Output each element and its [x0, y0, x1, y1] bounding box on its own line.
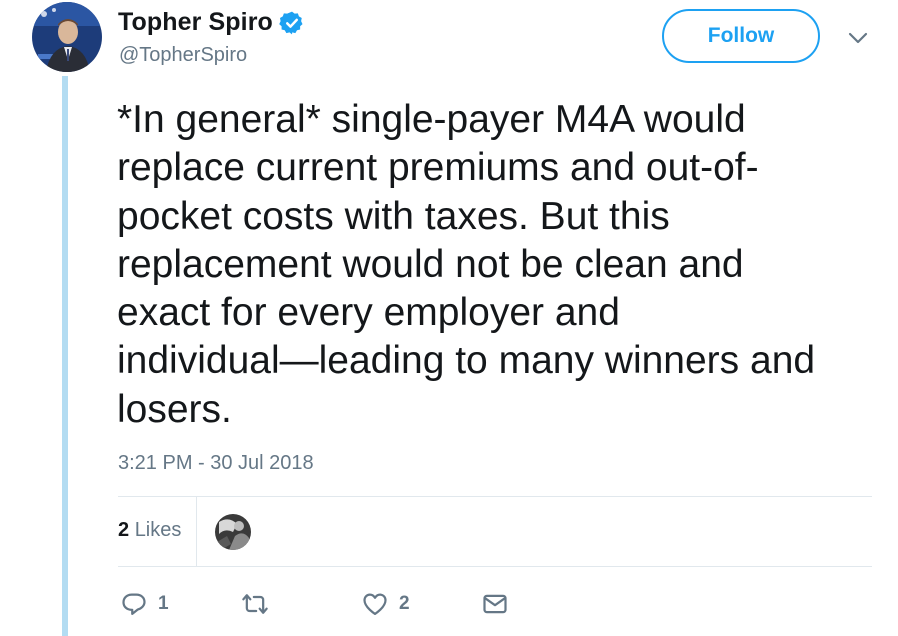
thread-line	[62, 76, 68, 636]
like-action[interactable]: 2	[361, 590, 410, 618]
follow-button[interactable]: Follow	[662, 9, 820, 63]
liker-avatar[interactable]	[215, 514, 251, 550]
stats-separator	[196, 497, 197, 566]
author-display-name[interactable]: Topher Spiro	[118, 8, 273, 37]
verified-badge-icon	[279, 11, 303, 34]
author-name-row: Topher Spiro	[118, 8, 305, 37]
retweet-action[interactable]	[241, 590, 279, 618]
heart-icon	[363, 593, 387, 616]
chevron-down-icon[interactable]	[846, 26, 870, 50]
dm-action[interactable]	[481, 590, 509, 618]
tweet-text: *In general* single-payer M4A would repl…	[117, 98, 816, 431]
author-handle[interactable]: @TopherSpiro	[119, 44, 247, 67]
reply-count: 1	[158, 593, 169, 614]
tweet-timestamp[interactable]: 3:21 PM - 30 Jul 2018	[118, 452, 314, 475]
reply-icon	[122, 593, 146, 616]
retweet-icon	[242, 594, 268, 614]
likes-count: 2	[118, 519, 130, 541]
likes-label: Likes	[134, 519, 182, 541]
author-avatar[interactable]	[32, 2, 102, 72]
divider-top	[118, 496, 872, 497]
divider-bottom	[118, 566, 872, 567]
like-count: 2	[399, 593, 410, 614]
reply-action[interactable]: 1	[120, 590, 169, 618]
envelope-icon	[483, 594, 507, 614]
likes-stat[interactable]: 2 Likes	[118, 519, 181, 542]
